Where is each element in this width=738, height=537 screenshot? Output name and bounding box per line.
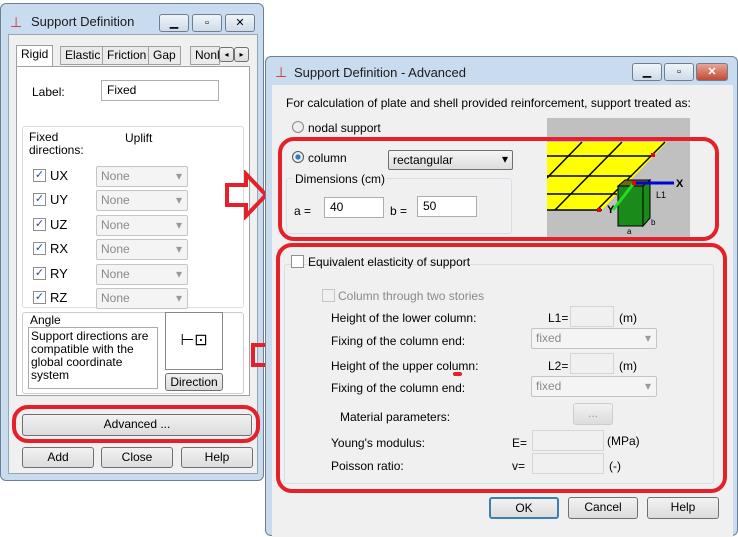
direction-label: UZ xyxy=(50,216,68,232)
close-button[interactable]: ✕ xyxy=(696,63,728,81)
direction-checkbox-uy[interactable]: ✓ xyxy=(33,193,46,207)
cancel-button[interactable]: Cancel xyxy=(568,497,638,519)
tab-elastic[interactable]: Elastic xyxy=(60,46,106,65)
uplift-select-uy[interactable]: None xyxy=(96,190,188,212)
annotation-highlight xyxy=(12,405,260,443)
close-dialog-button[interactable]: Close xyxy=(101,447,173,468)
uplift-select-ux[interactable]: None xyxy=(96,166,188,187)
support-diagram-icon: ⊢⊡ xyxy=(165,312,223,370)
angle-caption: Angle xyxy=(30,313,61,327)
maximize-button[interactable]: ▫ xyxy=(664,63,694,81)
direction-label: UY xyxy=(50,192,69,208)
annotation-highlight xyxy=(276,243,727,493)
uplift-caption: Uplift xyxy=(125,131,153,145)
app-icon: ⊥ xyxy=(275,64,288,80)
direction-checkbox-uz[interactable]: ✓ xyxy=(33,217,46,231)
angle-text: Support directions are compatible with t… xyxy=(28,327,158,389)
direction-button[interactable]: Direction xyxy=(165,373,223,391)
direction-label: RZ xyxy=(50,290,68,305)
tab-nonlinear[interactable]: Nonl xyxy=(190,46,220,65)
tab-scroll-right[interactable]: ▸ xyxy=(234,47,249,62)
annotation-highlight xyxy=(278,137,719,241)
annotation-arrow-icon xyxy=(225,170,269,220)
intro-text: For calculation of plate and shell provi… xyxy=(286,96,691,110)
app-icon: ⊥ xyxy=(10,14,23,30)
help-button[interactable]: Help xyxy=(181,447,253,468)
direction-label: RY xyxy=(50,265,68,281)
uplift-select-ry[interactable]: None xyxy=(96,263,188,285)
window-title: Support Definition - Advanced xyxy=(294,65,466,80)
fixed-directions-caption: Fixed directions: xyxy=(29,130,84,157)
direction-label: RX xyxy=(50,241,69,257)
direction-label: UX xyxy=(50,168,69,183)
direction-checkbox-ry[interactable]: ✓ xyxy=(33,266,46,280)
nodal-support-radio[interactable] xyxy=(292,121,304,133)
direction-checkbox-rz[interactable]: ✓ xyxy=(33,291,46,304)
label-input[interactable]: Fixed xyxy=(101,80,219,101)
minimize-button[interactable]: ▁ xyxy=(632,63,662,81)
tab-friction[interactable]: Friction xyxy=(102,46,152,65)
close-button[interactable]: ✕ xyxy=(225,14,255,32)
maximize-button[interactable]: ▫ xyxy=(192,14,222,32)
tab-gap[interactable]: Gap xyxy=(148,46,181,65)
label-caption: Label: xyxy=(32,85,65,99)
nodal-support-label: nodal support xyxy=(308,121,381,135)
add-button[interactable]: Add xyxy=(22,447,94,468)
help-button[interactable]: Help xyxy=(647,497,719,519)
uplift-select-rx[interactable]: None xyxy=(96,239,188,261)
direction-checkbox-rx[interactable]: ✓ xyxy=(33,242,46,256)
uplift-select-rz[interactable]: None xyxy=(96,288,188,309)
tab-rigid[interactable]: Rigid xyxy=(16,45,54,67)
ok-button[interactable]: OK xyxy=(489,497,559,519)
uplift-select-uz[interactable]: None xyxy=(96,214,188,236)
tab-scroll-left[interactable]: ◂ xyxy=(219,47,234,62)
direction-checkbox-ux[interactable]: ✓ xyxy=(33,169,46,182)
window-title: Support Definition xyxy=(31,14,135,29)
minimize-button[interactable]: ▁ xyxy=(159,14,189,32)
